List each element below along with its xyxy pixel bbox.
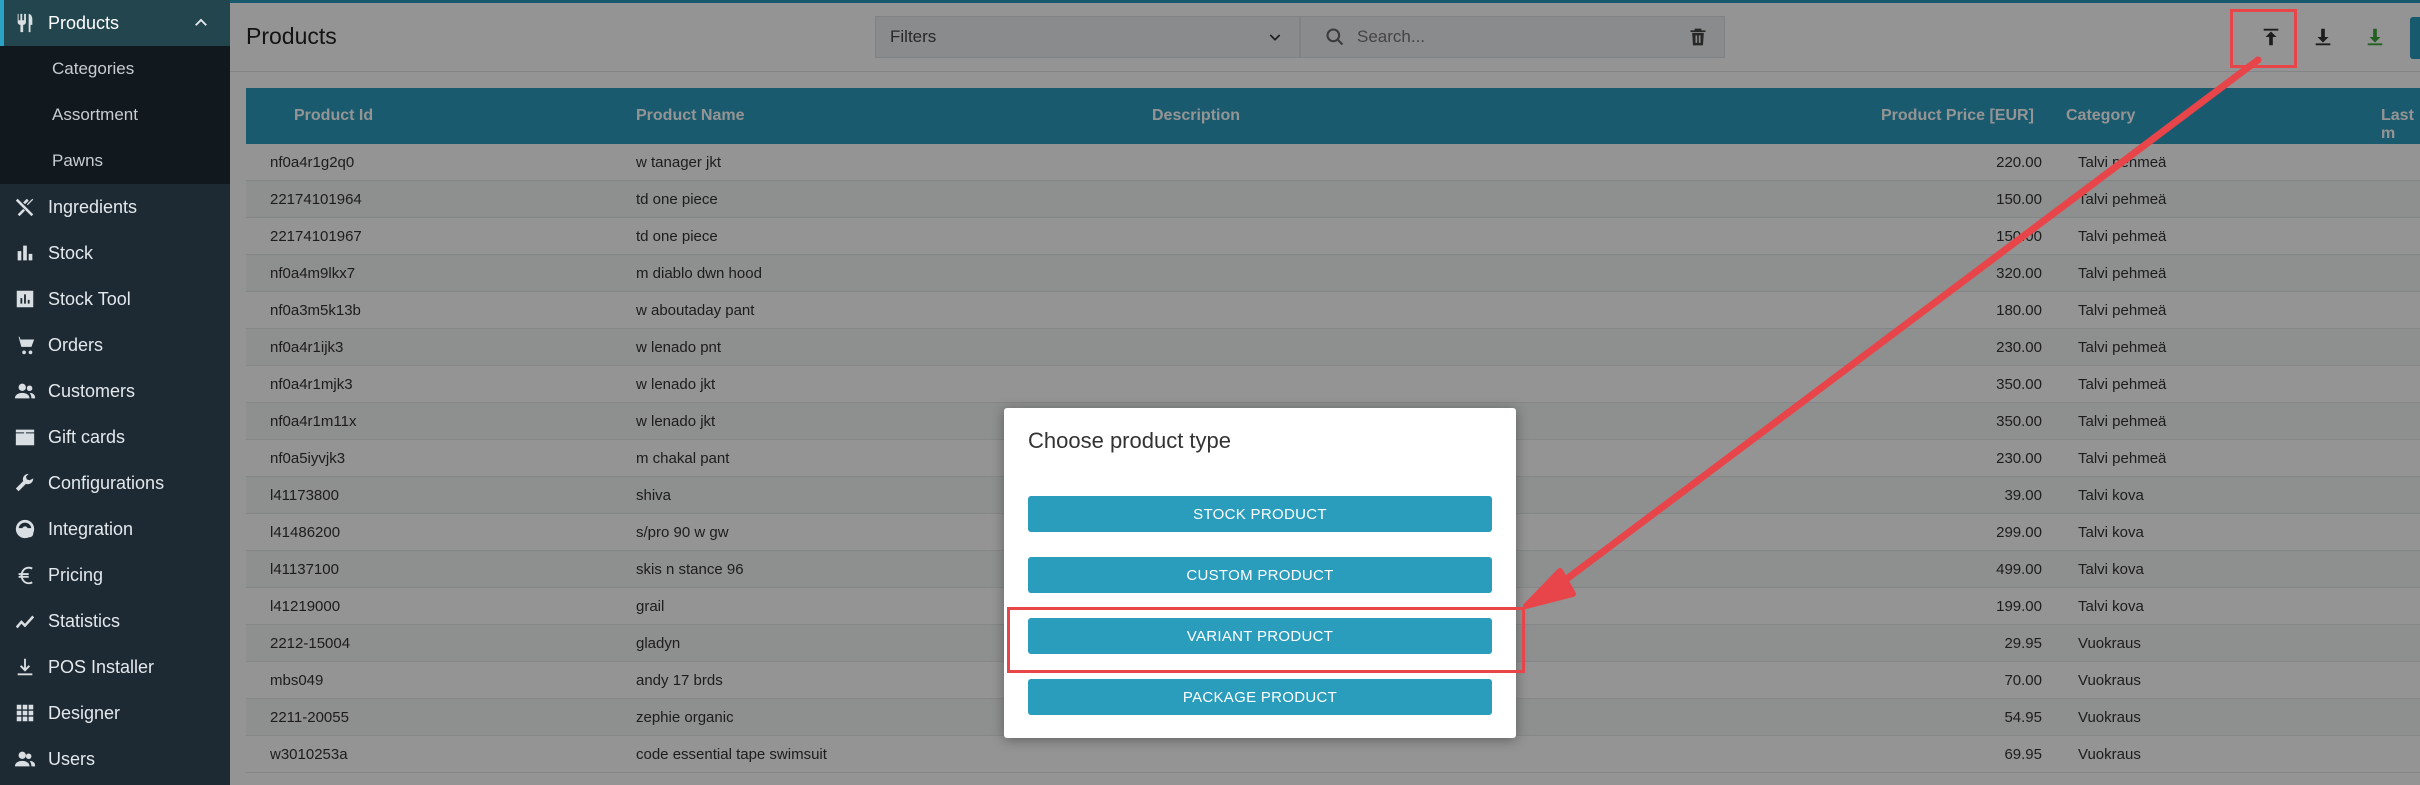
gift-card-icon xyxy=(12,424,38,450)
sidebar-item-stock[interactable]: Stock xyxy=(0,230,230,276)
sidebar-item-label: Statistics xyxy=(48,610,121,631)
sidebar-item-label: Gift cards xyxy=(48,426,126,447)
sidebar-item-label: POS Installer xyxy=(48,656,155,677)
sidebar-item-gift-cards[interactable]: Gift cards xyxy=(0,414,230,460)
sidebar-item-label: Ingredients xyxy=(48,196,138,217)
stock-product-button[interactable]: STOCK PRODUCT xyxy=(1028,496,1492,532)
choose-product-type-dialog: Choose product type STOCK PRODUCT CUSTOM… xyxy=(1004,408,1516,738)
grid-icon xyxy=(12,700,38,726)
products-subnav: Categories Assortment Pawns xyxy=(0,46,230,184)
sidebar-item-products[interactable]: Products xyxy=(0,0,230,46)
sidebar-item-pricing[interactable]: Pricing xyxy=(0,552,230,598)
users-icon xyxy=(12,746,38,772)
download-icon xyxy=(12,654,38,680)
dialog-title: Choose product type xyxy=(1028,428,1232,453)
sidebar-item-label: Users xyxy=(48,748,96,769)
utensils-cross-icon xyxy=(12,194,38,220)
sidebar-item-customers[interactable]: Customers xyxy=(0,368,230,414)
variant-highlight-box xyxy=(1007,607,1525,673)
sidebar-item-label: Pricing xyxy=(48,564,104,585)
sidebar-item-label: Orders xyxy=(48,334,104,355)
sidebar-subitem-categories[interactable]: Categories xyxy=(0,46,230,92)
sidebar: Products Categories Assortment Pawns Ing… xyxy=(0,0,230,785)
sidebar-item-label: Customers xyxy=(48,380,136,401)
sidebar-item-pos-installer[interactable]: POS Installer xyxy=(0,644,230,690)
sidebar-item-stock-tool[interactable]: Stock Tool xyxy=(0,276,230,322)
sidebar-item-label: Configurations xyxy=(48,472,165,493)
trend-line-icon xyxy=(12,608,38,634)
sidebar-item-users[interactable]: Users xyxy=(0,736,230,782)
package-product-button[interactable]: PACKAGE PRODUCT xyxy=(1028,679,1492,715)
sidebar-item-integration[interactable]: Integration xyxy=(0,506,230,552)
chart-box-icon xyxy=(12,286,38,312)
people-icon xyxy=(12,378,38,404)
sidebar-subitem-pawns[interactable]: Pawns xyxy=(0,138,230,184)
sidebar-item-label: Designer xyxy=(48,702,121,723)
sidebar-subitem-assortment[interactable]: Assortment xyxy=(0,92,230,138)
sidebar-item-label: Integration xyxy=(48,518,134,539)
fork-knife-icon xyxy=(12,10,38,36)
sidebar-item-label: Stock Tool xyxy=(48,288,131,309)
custom-product-button[interactable]: CUSTOM PRODUCT xyxy=(1028,557,1492,593)
upload-highlight-box xyxy=(2230,9,2297,68)
sidebar-item-ingredients[interactable]: Ingredients xyxy=(0,184,230,230)
euro-icon xyxy=(12,562,38,588)
sidebar-item-label: Stock xyxy=(48,242,94,263)
sidebar-item-label: Products xyxy=(48,12,120,33)
sidebar-item-designer[interactable]: Designer xyxy=(0,690,230,736)
sidebar-item-statistics[interactable]: Statistics xyxy=(0,598,230,644)
globe-gear-icon xyxy=(12,516,38,542)
wrench-icon xyxy=(12,470,38,496)
bar-chart-icon xyxy=(12,240,38,266)
chevron-up-icon[interactable] xyxy=(192,14,210,32)
sidebar-item-orders[interactable]: Orders xyxy=(0,322,230,368)
sidebar-item-configurations[interactable]: Configurations xyxy=(0,460,230,506)
cart-icon xyxy=(12,332,38,358)
